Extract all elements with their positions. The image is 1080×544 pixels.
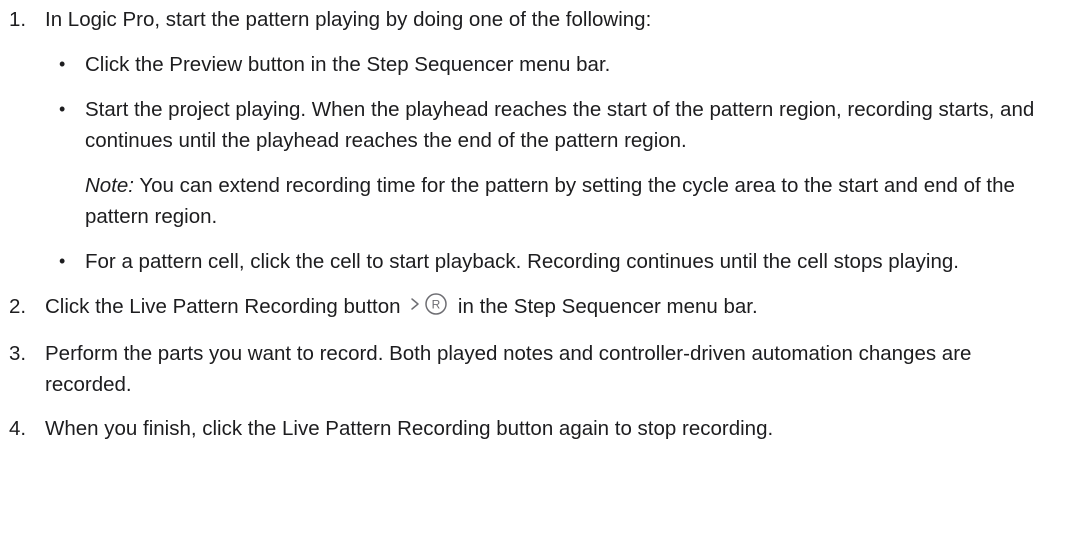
step-1: 1. In Logic Pro, start the pattern playi… (0, 4, 1080, 277)
bullet-marker: • (59, 99, 66, 119)
note: Note: You can extend recording time for … (85, 170, 1060, 232)
step-3: 3. Perform the parts you want to record.… (0, 338, 1080, 400)
bullet-text: Click the Preview button in the Step Seq… (85, 53, 611, 76)
bullet-marker: • (59, 54, 66, 74)
step-4: 4. When you finish, click the Live Patte… (0, 413, 1080, 444)
step-text: In Logic Pro, start the pattern playing … (45, 8, 652, 31)
bullet-item-project: • Start the project playing. When the pl… (45, 94, 1060, 232)
step-text: When you finish, click the Live Pattern … (45, 417, 774, 440)
bullet-text: Start the project playing. When the play… (85, 98, 1035, 152)
step-2: 2. Click the Live Pattern Recording butt… (0, 291, 1080, 325)
record-icon: R (408, 292, 450, 325)
step-text-after: in the Step Sequencer menu bar. (452, 295, 758, 318)
note-text: You can extend recording time for the pa… (85, 174, 1015, 228)
step-number: 4. (9, 417, 27, 440)
svg-text:R: R (432, 298, 441, 312)
step-number: 2. (9, 295, 27, 318)
step-text: Click the Live Pattern Recording button … (45, 291, 1060, 325)
bullet-list: • Click the Preview button in the Step S… (45, 49, 1060, 277)
bullet-item-preview: • Click the Preview button in the Step S… (45, 49, 1060, 80)
bullet-marker: • (59, 251, 66, 271)
bullet-text: For a pattern cell, click the cell to st… (85, 250, 959, 273)
note-label: Note: (85, 174, 134, 197)
step-number: 1. (9, 8, 27, 31)
step-text: Perform the parts you want to record. Bo… (45, 342, 972, 396)
step-text-before: Click the Live Pattern Recording button (45, 295, 407, 318)
instructions-document: 1. In Logic Pro, start the pattern playi… (0, 4, 1080, 457)
bullet-item-pattern-cell: • For a pattern cell, click the cell to … (45, 246, 1060, 277)
step-number: 3. (9, 342, 27, 365)
